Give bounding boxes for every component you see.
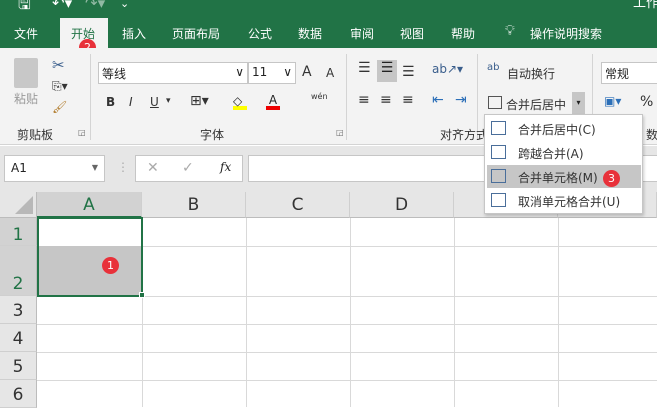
lightbulb-icon: 💡︎ (505, 23, 515, 39)
underline-button[interactable]: U (150, 95, 159, 109)
row-header-5[interactable]: 5 (0, 352, 37, 380)
undo-icon[interactable]: ↶▾ (52, 0, 72, 12)
font-color-button[interactable]: A (266, 93, 280, 110)
menu-item-unmerge[interactable]: 取消单元格合并(U) (487, 189, 641, 212)
menu-item-label: 取消单元格合并(U) (518, 195, 621, 209)
merge-center-icon (488, 96, 502, 109)
drag-handle[interactable]: ⋮ (117, 160, 129, 174)
shrink-font-button[interactable]: A (326, 66, 334, 80)
separator (346, 54, 347, 140)
font-size-value: 11 (252, 65, 268, 79)
font-size-combo[interactable]: 11 ∨ (248, 62, 296, 84)
row-header-1[interactable]: 1 (0, 218, 37, 246)
chevron-down-icon[interactable]: ⌄ (120, 0, 129, 10)
wrap-text-icon: ab (487, 62, 500, 73)
row-header-6[interactable]: 6 (0, 380, 37, 408)
align-left-icon[interactable]: ≡ (358, 92, 370, 108)
tab-insert[interactable]: 插入 (122, 25, 146, 42)
menu-item-label: 合并后居中(C) (518, 123, 596, 137)
column-header-a[interactable]: A (37, 192, 142, 218)
row-header-3[interactable]: 3 (0, 296, 37, 324)
align-bottom-icon[interactable]: ☰ (402, 64, 415, 80)
save-icon[interactable]: 🖫 (18, 0, 31, 19)
cut-icon[interactable]: ✂ (52, 56, 65, 74)
column-header-b[interactable]: B (142, 192, 246, 218)
tab-file[interactable]: 文件 (14, 25, 38, 42)
wrap-text-button[interactable]: 自动换行 (507, 65, 555, 82)
alignment-group-label: 对齐方式 (440, 128, 489, 142)
merge-center-icon (491, 121, 506, 135)
column-header-c[interactable]: C (246, 192, 350, 218)
dialog-launcher-icon[interactable]: ◲ (336, 128, 344, 137)
menu-item-merge-center[interactable]: 合并后居中(C) (487, 117, 641, 140)
number-format-combo[interactable]: 常规 (601, 62, 657, 84)
merge-dropdown-arrow[interactable]: ▾ (572, 92, 585, 114)
step-badge-3: 3 (603, 170, 620, 187)
menu-item-label: 跨越合并(A) (518, 147, 584, 161)
font-group-label: 字体 (200, 128, 225, 142)
decrease-indent-icon[interactable]: ⇤ (432, 92, 444, 108)
percent-button[interactable]: % (640, 94, 653, 110)
borders-icon[interactable]: ⊞▾ (190, 93, 209, 109)
tab-formulas[interactable]: 公式 (248, 25, 272, 42)
tab-page-layout[interactable]: 页面布局 (172, 25, 220, 42)
tab-help[interactable]: 帮助 (451, 25, 475, 42)
tab-view[interactable]: 视图 (400, 25, 424, 42)
tell-me-search[interactable]: 操作说明搜索 (530, 25, 602, 42)
chevron-down-icon[interactable]: ∨ (283, 65, 292, 79)
format-painter-icon[interactable]: 🖌︎ (52, 100, 67, 114)
insert-function-icon[interactable]: fx (220, 160, 231, 174)
paste-icon[interactable] (14, 58, 38, 88)
number-group-label: 数 (646, 128, 657, 142)
tab-review[interactable]: 审阅 (350, 25, 374, 42)
font-name-combo[interactable]: 等线 ∨ (98, 62, 248, 84)
dialog-launcher-icon[interactable]: ◲ (78, 128, 86, 137)
selection-outline (37, 217, 143, 297)
window-title: 工作 (633, 0, 657, 11)
row-header-2[interactable]: 2 (0, 246, 37, 296)
tab-data[interactable]: 数据 (298, 25, 322, 42)
chevron-down-icon[interactable]: ∨ (235, 65, 244, 79)
select-all-button[interactable] (0, 192, 37, 218)
menu-item-merge-across[interactable]: 跨越合并(A) (487, 141, 641, 164)
bold-button[interactable]: B (106, 95, 115, 109)
italic-button[interactable]: I (129, 95, 133, 109)
gridline (37, 352, 657, 353)
align-center-icon[interactable]: ≡ (380, 92, 392, 108)
menu-item-label: 合并单元格(M) (518, 171, 598, 185)
gridline (37, 324, 657, 325)
clipboard-group-label: 剪贴板 (17, 128, 54, 142)
row-header-4[interactable]: 4 (0, 324, 37, 352)
merge-center-button[interactable]: 合并后居中 (506, 96, 566, 113)
chevron-down-icon[interactable]: ▼ (92, 163, 98, 172)
gridline (37, 380, 657, 381)
align-top-icon[interactable]: ☰ (358, 60, 371, 76)
name-box[interactable]: A1 ▼ (4, 155, 105, 182)
chevron-down-icon[interactable]: ▾ (166, 96, 171, 106)
merge-dropdown-menu: 合并后居中(C) 跨越合并(A) 合并单元格(M) 取消单元格合并(U) (484, 114, 643, 214)
align-right-icon[interactable]: ≡ (402, 92, 414, 108)
unmerge-icon (491, 193, 506, 207)
paste-button[interactable]: 粘贴 (14, 90, 38, 107)
align-middle-icon[interactable]: ☰ (377, 60, 397, 82)
orientation-icon[interactable]: ab↗▾ (432, 62, 463, 76)
fill-color-icon[interactable]: ◇ (233, 94, 247, 110)
step-badge-1: 1 (102, 257, 119, 274)
merge-across-icon (491, 145, 506, 159)
redo-icon[interactable]: ↷▾ (85, 0, 105, 12)
column-header-d[interactable]: D (350, 192, 454, 218)
increase-indent-icon[interactable]: ⇥ (455, 92, 467, 108)
phonetic-guide-icon[interactable]: wén (311, 92, 328, 101)
merge-cells-icon (491, 169, 506, 183)
separator (90, 54, 91, 140)
enter-icon[interactable]: ✓ (182, 160, 194, 176)
grow-font-button[interactable]: A (302, 64, 312, 80)
copy-icon[interactable]: ⎘▾ (52, 79, 68, 94)
accounting-format-icon[interactable]: ▣▾ (604, 94, 621, 108)
fill-handle[interactable] (139, 292, 145, 298)
cancel-icon[interactable]: ✕ (147, 160, 159, 176)
name-box-value: A1 (11, 161, 27, 175)
font-name-value: 等线 (102, 67, 127, 81)
